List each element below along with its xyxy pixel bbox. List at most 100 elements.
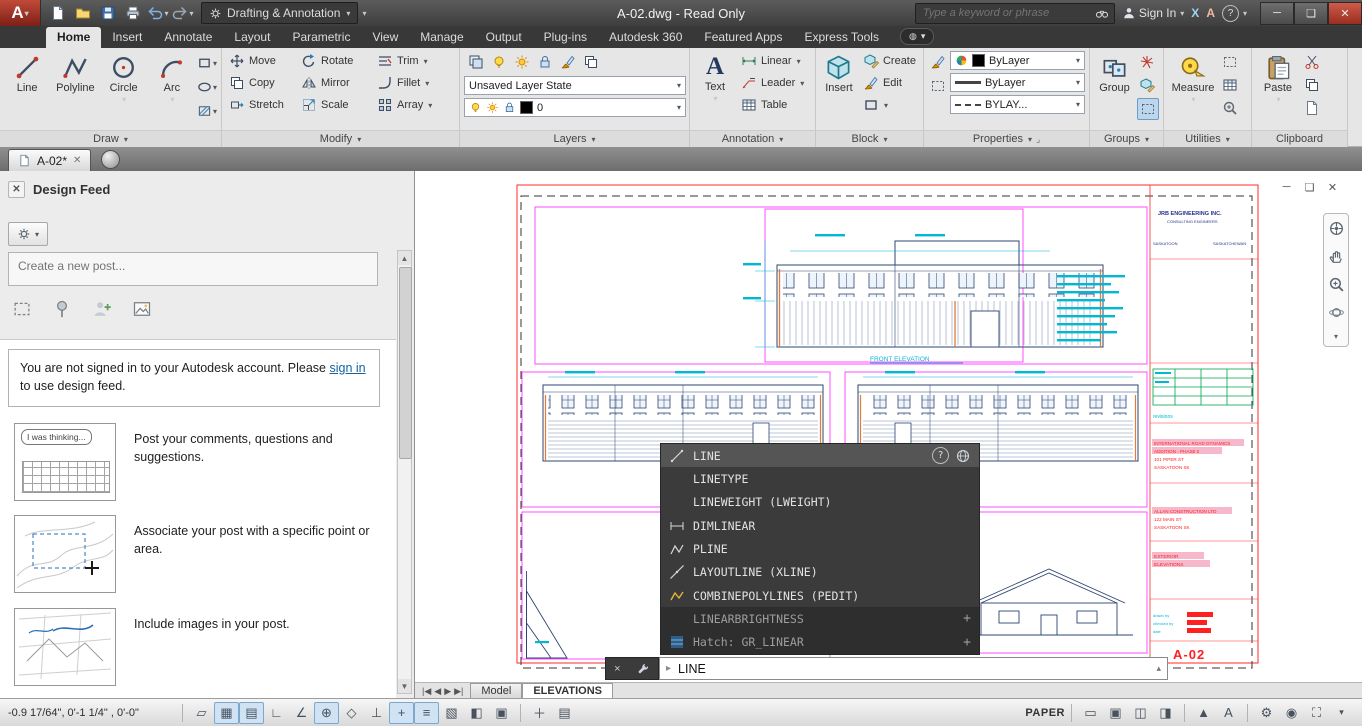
lineweight-dropdown[interactable]: ByLayer ▾ (950, 73, 1085, 92)
layout-space-button[interactable]: ▣ (1103, 702, 1128, 724)
panel-draw-expander[interactable]: Draw▾ (0, 130, 221, 147)
suggestion-pline[interactable]: PLINE (661, 537, 979, 560)
leader-button[interactable]: Leader▾ (738, 73, 807, 93)
recent-commands-icon[interactable]: ▴ (1156, 663, 1161, 674)
scrollbar-thumb[interactable] (399, 267, 412, 459)
minimize-button[interactable]: ─ (1260, 2, 1294, 25)
mirror-button[interactable]: Mirror (298, 73, 374, 93)
tab-autodesk360[interactable]: Autodesk 360 (598, 27, 693, 48)
tab-express-tools[interactable]: Express Tools (793, 27, 889, 48)
panel-block-expander[interactable]: Block▾ (816, 130, 923, 147)
group-edit-button[interactable] (1137, 75, 1157, 95)
status-isolate-objects[interactable]: ▤ (552, 702, 577, 724)
object-color-dropdown[interactable]: ByLayer ▾ (950, 51, 1085, 70)
suggestion-hatch-gr-linear[interactable]: Hatch: GR_LINEAR+ (661, 631, 979, 654)
status-selection-cycling[interactable]: ▣ (489, 702, 514, 724)
ungroup-button[interactable] (1137, 52, 1157, 72)
status-ortho-mode[interactable]: ∟ (264, 702, 289, 724)
drawing-minimize-button[interactable]: ─ (1279, 181, 1294, 194)
quick-view-drawings-button[interactable]: ◨ (1153, 702, 1178, 724)
quick-calc-button[interactable] (1220, 75, 1240, 95)
panel-utilities-expander[interactable]: Utilities▾ (1164, 130, 1251, 147)
tab-layout[interactable]: Layout (223, 27, 281, 48)
match-properties-button[interactable] (928, 52, 948, 72)
restore-button[interactable]: ❏ (1294, 2, 1328, 25)
status-menu-icon[interactable]: ▾ (1329, 702, 1354, 724)
copy-button[interactable]: Copy (226, 73, 298, 93)
scroll-down-icon[interactable]: ▼ (398, 679, 411, 693)
help-button[interactable]: ?▾ (1222, 5, 1247, 22)
last-layout-icon[interactable]: ▶| (454, 686, 463, 697)
text-button[interactable]: AText▾ (694, 51, 736, 129)
tab-elevations[interactable]: ELEVATIONS (522, 683, 613, 698)
save-button[interactable] (97, 3, 119, 23)
file-tab-a02[interactable]: A-02* ✕ (8, 149, 91, 171)
properties-select-button[interactable] (928, 76, 948, 96)
expand-plus-icon[interactable]: + (963, 635, 971, 650)
annotation-visibility-button[interactable]: A (1216, 702, 1241, 724)
annotation-scale-button[interactable]: ▲ (1191, 702, 1216, 724)
panel-layers-expander[interactable]: Layers▾ (460, 130, 689, 147)
status-dynamic-ucs[interactable]: ⊥ (364, 702, 389, 724)
drawing-viewport[interactable]: FRONT ELEVATION (415, 171, 1362, 682)
ellipse-flyout-button[interactable]: ▾ (197, 77, 217, 97)
paste-button[interactable]: Paste▾ (1256, 51, 1300, 129)
ribbon-display-toggle[interactable]: ◍▾ (900, 28, 934, 45)
tab-insert[interactable]: Insert (101, 27, 153, 48)
suggestion-pedit[interactable]: COMBINEPOLYLINES (PEDIT) (661, 584, 979, 607)
dimension-linear-button[interactable]: Linear▾ (738, 51, 807, 71)
scroll-up-icon[interactable]: ▲ (398, 251, 411, 265)
panel-clipboard-expander[interactable]: Clipboard (1252, 130, 1347, 147)
palette-scrollbar[interactable]: ▲ ▼ (397, 250, 412, 694)
tag-person-button[interactable] (90, 297, 114, 321)
status-lineweight[interactable]: ≡ (414, 702, 439, 724)
workspace-gear-button[interactable]: ⚙ (1254, 702, 1279, 724)
close-tab-icon[interactable]: ✕ (73, 155, 81, 166)
clean-screen-button[interactable]: ⛶ (1304, 702, 1329, 724)
tab-annotate[interactable]: Annotate (153, 27, 223, 48)
space-toggle[interactable]: PAPER (1025, 707, 1065, 719)
workspace-switcher[interactable]: Drafting & Annotation ▾ (201, 2, 358, 24)
panel-modify-expander[interactable]: Modify▾ (222, 130, 459, 147)
zoom-icon[interactable] (1328, 276, 1345, 293)
internet-search-icon[interactable] (955, 448, 971, 464)
id-point-button[interactable] (1220, 98, 1240, 118)
next-layout-icon[interactable]: ▶ (444, 686, 451, 697)
layer-state-dropdown[interactable]: Unsaved Layer State ▾ (464, 76, 686, 95)
hatch-flyout-button[interactable]: ▾ (197, 101, 217, 121)
toolbar-lock-button[interactable]: ◉ (1279, 702, 1304, 724)
tab-plugins[interactable]: Plug-ins (533, 27, 598, 48)
drawing-restore-button[interactable]: ❏ (1302, 181, 1317, 194)
tab-model[interactable]: Model (470, 683, 522, 698)
cut-button[interactable] (1302, 52, 1322, 72)
attach-image-button[interactable] (130, 297, 154, 321)
exchange-apps-button[interactable]: A (1206, 6, 1215, 20)
status-transparency[interactable]: ▧ (439, 702, 464, 724)
panel-properties-expander[interactable]: Properties▾⌟ (924, 130, 1089, 147)
new-post-input[interactable] (16, 258, 370, 274)
palette-close-icon[interactable]: ✕ (8, 181, 25, 198)
model-space-button[interactable]: ▭ (1078, 702, 1103, 724)
quick-select-button[interactable] (1220, 52, 1240, 72)
circle-button[interactable]: Circle▾ (101, 51, 147, 129)
expand-plus-icon[interactable]: + (963, 611, 971, 626)
suggestion-lineweight[interactable]: LINEWEIGHT (LWEIGHT) (661, 491, 979, 514)
orbit-icon[interactable] (1328, 304, 1345, 321)
panel-groups-expander[interactable]: Groups▾ (1090, 130, 1163, 147)
sign-in-button[interactable]: Sign In ▾ (1122, 6, 1184, 20)
status-quick-properties[interactable]: ◧ (464, 702, 489, 724)
navigation-wheel-icon[interactable] (1328, 220, 1345, 237)
new-file-button[interactable] (47, 3, 69, 23)
trim-button[interactable]: Trim▾ (374, 51, 431, 71)
tab-home[interactable]: Home (46, 27, 101, 48)
create-block-button[interactable]: Create (860, 51, 919, 71)
status-dynamic-input[interactable]: + (389, 702, 414, 724)
help-icon[interactable]: ? (932, 447, 949, 464)
rotate-button[interactable]: Rotate (298, 51, 374, 71)
insert-block-button[interactable]: Insert (820, 51, 858, 129)
layer-off-button[interactable] (489, 52, 509, 72)
sign-in-link[interactable]: sign in (329, 361, 365, 375)
status-polar-tracking[interactable]: ∠ (289, 702, 314, 724)
prev-layout-icon[interactable]: ◀ (434, 686, 441, 697)
table-button[interactable]: Table (738, 95, 807, 115)
